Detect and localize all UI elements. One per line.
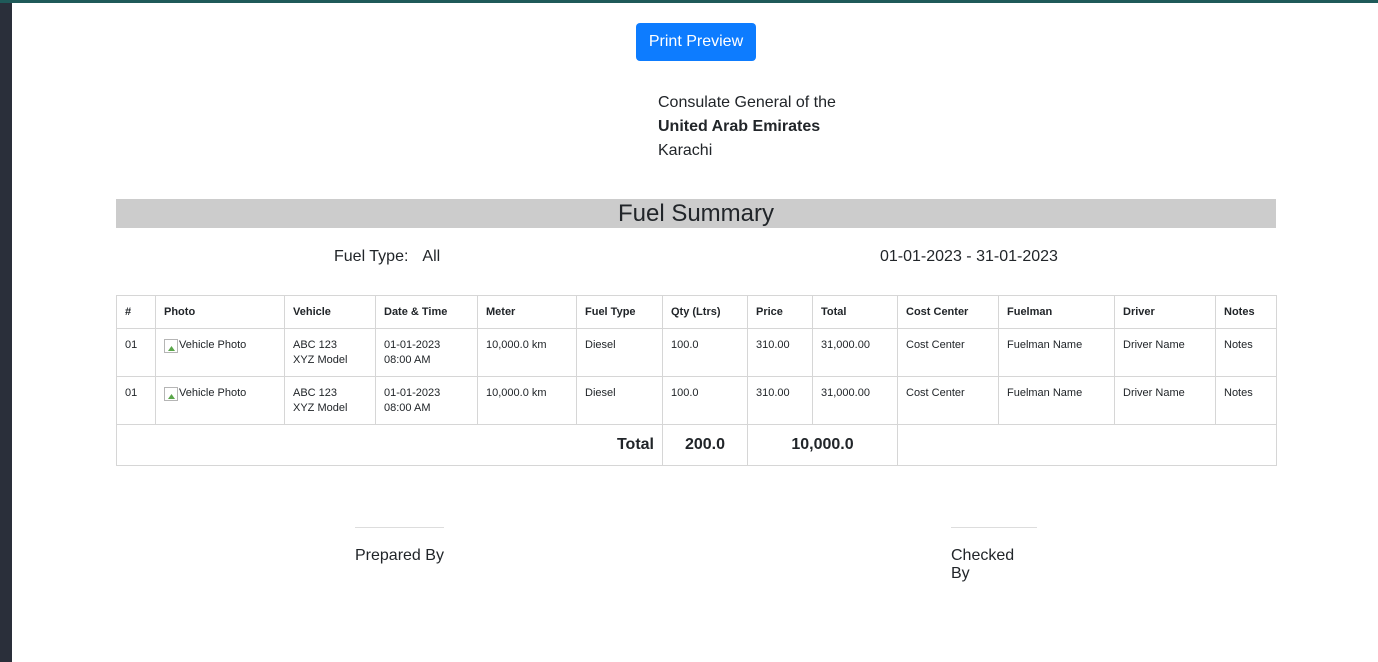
fuel-type-label: Fuel Type: [334,248,409,265]
row-number: 01 [116,328,156,377]
top-accent-bar [0,0,1378,3]
vehicle-model: XYZ Model [293,402,348,414]
column-header: # [116,295,156,329]
address-line-1: Consulate General of the [658,94,836,111]
qty-cell: 100.0 [662,376,748,425]
fuelman-cell: Fuelman Name [998,376,1115,425]
qty-total: 200.0 [662,424,748,466]
meter-cell: 10,000.0 km [477,328,577,377]
column-header: Fuelman [998,295,1115,329]
qty-cell: 100.0 [662,328,748,377]
column-header: Price [747,295,813,329]
time: 08:00 AM [384,354,431,366]
address-line-2: United Arab Emirates [658,118,821,135]
total-label: Total [116,424,663,466]
cost-center-cell: Cost Center [897,328,999,377]
fuelman-cell: Fuelman Name [998,328,1115,377]
prepared-by-label: Prepared By [355,547,444,564]
fuel-type-cell: Diesel [576,328,663,377]
datetime-cell: 01-01-2023 08:00 AM [375,376,478,425]
total-cell: 31,000.00 [812,328,898,377]
vehicle-cell: ABC 123 XYZ Model [284,328,376,377]
table-header-row: # Photo Vehicle Date & Time Meter Fuel T… [116,295,1277,329]
price-cell: 310.00 [747,376,813,425]
column-header: Vehicle [284,295,376,329]
date-range: 01-01-2023 - 31-01-2023 [880,248,1058,265]
vehicle-photo: Vehicle Photo [179,387,247,399]
column-header: Fuel Type [576,295,663,329]
table-row: 01 Vehicle Photo ABC 123 XYZ Model 01-01-… [116,376,1277,425]
date: 01-01-2023 [384,387,441,399]
column-header: Cost Center [897,295,999,329]
fuel-type-filter: Fuel Type: All [334,248,440,266]
driver-cell: Driver Name [1114,328,1216,377]
signature-line [951,527,1037,528]
vehicle-cell: ABC 123 XYZ Model [284,376,376,425]
amount-total: 10,000.0 [747,424,898,466]
time: 08:00 AM [384,402,431,414]
vehicle-photo: Vehicle Photo [179,339,247,351]
meter-cell: 10,000.0 km [477,376,577,425]
prepared-by-signature: Prepared By [355,527,444,565]
vehicle-plate: ABC 123 [293,387,338,399]
sidebar-edge [0,0,12,662]
checked-by-signature: Checked By [951,527,1037,583]
driver-cell: Driver Name [1114,376,1216,425]
organization-address: Consulate General of the United Arab Emi… [658,91,836,163]
column-header: Photo [155,295,285,329]
vehicle-plate: ABC 123 [293,339,338,351]
table-total-row: Total 200.0 10,000.0 [116,424,1277,466]
vehicle-photo-cell: Vehicle Photo [155,328,285,377]
vehicle-model: XYZ Model [293,354,348,366]
checked-by-label: Checked By [951,547,1015,582]
fuel-type-value: All [422,248,441,265]
fuel-summary-table: # Photo Vehicle Date & Time Meter Fuel T… [116,295,1277,466]
notes-cell: Notes [1215,328,1277,377]
vehicle-photo-cell: Vehicle Photo [155,376,285,425]
cost-center-cell: Cost Center [897,376,999,425]
price-cell: 310.00 [747,328,813,377]
column-header: Total [812,295,898,329]
notes-cell: Notes [1215,376,1277,425]
report-title-bar: Fuel Summary [116,199,1276,228]
datetime-cell: 01-01-2023 08:00 AM [375,328,478,377]
total-cell: 31,000.00 [812,376,898,425]
table-row: 01 Vehicle Photo ABC 123 XYZ Model 01-01-… [116,328,1277,377]
print-preview-button[interactable]: Print Preview [636,23,756,61]
column-header: Date & Time [375,295,478,329]
fuel-type-cell: Diesel [576,376,663,425]
image-icon [164,339,178,353]
row-number: 01 [116,376,156,425]
signature-line [355,527,444,528]
total-row-filler [897,424,1277,466]
address-line-3: Karachi [658,142,713,159]
column-header: Qty (Ltrs) [662,295,748,329]
date: 01-01-2023 [384,339,441,351]
column-header: Meter [477,295,577,329]
image-icon [164,387,178,401]
column-header: Notes [1215,295,1277,329]
column-header: Driver [1114,295,1216,329]
report-title: Fuel Summary [617,199,775,227]
